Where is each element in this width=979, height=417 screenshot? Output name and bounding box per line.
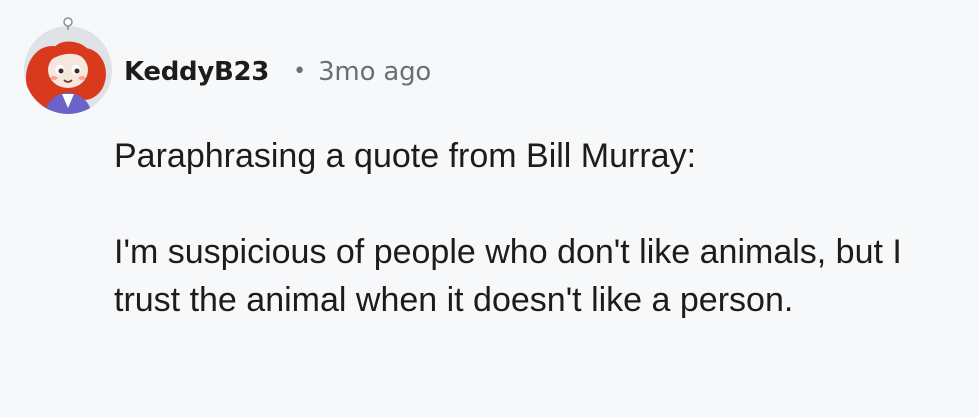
comment-timestamp[interactable]: 3mo ago (318, 57, 431, 87)
comment: KeddyB23 • 3mo ago Paraphrasing a quote … (0, 0, 979, 417)
author-username[interactable]: KeddyB23 (124, 57, 269, 87)
comment-paragraph: I'm suspicious of people who don't like … (114, 233, 902, 319)
user-avatar-icon (24, 17, 112, 114)
comment-body: Paraphrasing a quote from Bill Murray: I… (114, 132, 964, 324)
avatar[interactable] (22, 16, 114, 116)
separator-dot: • (293, 59, 307, 84)
comment-meta: KeddyB23 • 3mo ago (124, 52, 431, 92)
comment-paragraph: Paraphrasing a quote from Bill Murray: (114, 137, 697, 175)
